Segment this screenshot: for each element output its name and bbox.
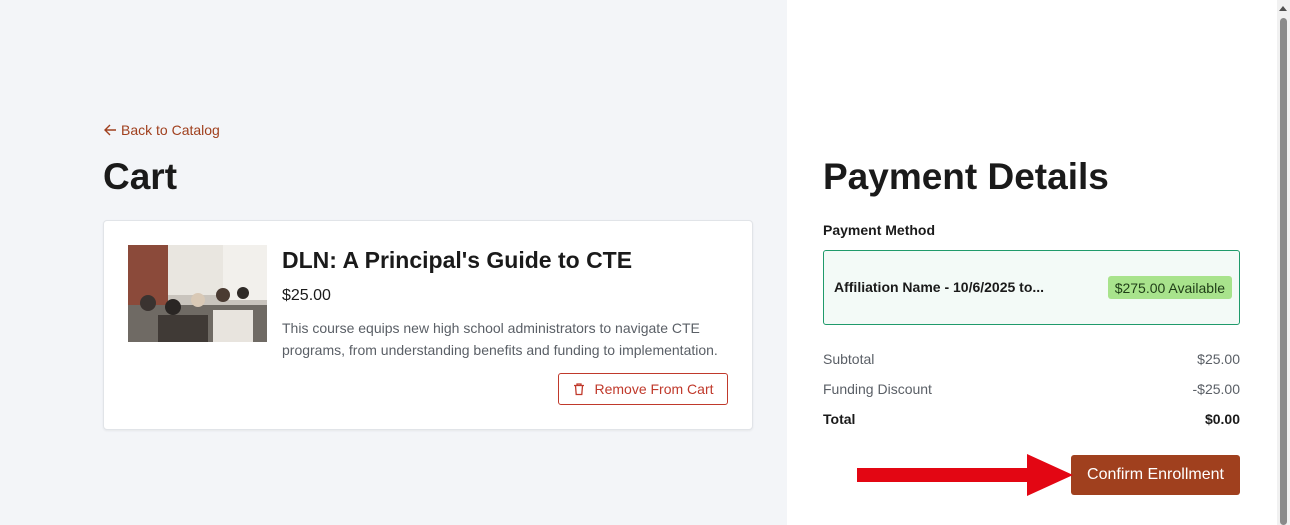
- subtotal-label: Subtotal: [823, 351, 875, 367]
- remove-button-label: Remove From Cart: [594, 381, 714, 397]
- arrow-left-icon: [104, 124, 116, 136]
- total-label: Total: [823, 411, 856, 427]
- cart-pane: Back to Catalog Cart DLN: A Principal's …: [0, 0, 787, 525]
- scroll-thumb[interactable]: [1280, 18, 1287, 525]
- payment-pane: Payment Details Payment Method Affiliati…: [787, 0, 1277, 525]
- subtotal-value: $25.00: [1197, 351, 1240, 367]
- total-row: Total $0.00: [823, 411, 1240, 427]
- total-value: $0.00: [1204, 411, 1240, 427]
- course-price: $25.00: [282, 287, 331, 304]
- course-description: This course equips new high school admin…: [282, 320, 718, 358]
- payment-title: Payment Details: [823, 156, 1109, 197]
- back-to-catalog-link[interactable]: Back to Catalog: [103, 122, 220, 138]
- discount-value: -$25.00: [1192, 381, 1240, 397]
- confirm-enrollment-button[interactable]: Confirm Enrollment: [1071, 455, 1240, 495]
- payment-method-option[interactable]: Affiliation Name - 10/6/2025 to... $275.…: [823, 250, 1240, 325]
- remove-from-cart-button[interactable]: Remove From Cart: [558, 373, 728, 405]
- page-title: Cart: [103, 156, 178, 197]
- payment-method-label: Payment Method: [823, 222, 936, 238]
- course-thumbnail: [128, 245, 267, 342]
- affiliation-name: Affiliation Name - 10/6/2025 to...: [834, 279, 1045, 295]
- cart-item-card: DLN: A Principal's Guide to CTE $25.00 T…: [103, 220, 753, 430]
- available-balance-badge: $275.00 Available: [1107, 276, 1232, 299]
- scroll-up-icon[interactable]: [1279, 6, 1287, 11]
- back-link-label: Back to Catalog: [121, 122, 220, 138]
- discount-row: Funding Discount -$25.00: [823, 381, 1240, 397]
- red-arrow-icon: [857, 454, 1073, 496]
- subtotal-row: Subtotal $25.00: [823, 351, 1240, 367]
- vertical-scrollbar[interactable]: [1277, 0, 1290, 525]
- discount-label: Funding Discount: [823, 381, 932, 397]
- course-title: DLN: A Principal's Guide to CTE: [282, 247, 633, 273]
- trash-icon: [574, 383, 585, 396]
